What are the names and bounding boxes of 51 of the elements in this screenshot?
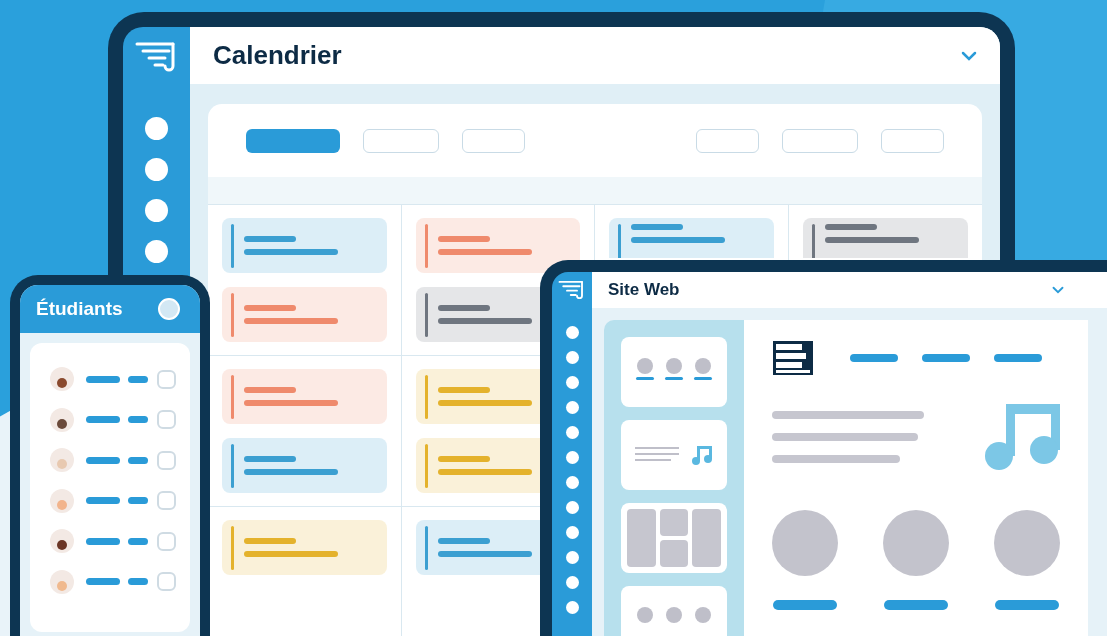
panel-title: Étudiants (36, 296, 123, 321)
checkbox[interactable] (157, 531, 176, 551)
chevron-down-icon[interactable] (1052, 286, 1064, 294)
text-lines-icon (635, 447, 679, 463)
avatar (50, 488, 74, 513)
avatar (50, 569, 74, 594)
name-placeholder (128, 578, 148, 586)
name-placeholder (86, 537, 120, 545)
page-title: Calendrier (213, 39, 342, 72)
chevron-down-icon[interactable] (961, 50, 977, 61)
checkbox[interactable] (157, 572, 176, 592)
toolbar-button[interactable] (363, 128, 439, 153)
caption-placeholder (884, 600, 948, 610)
name-placeholder (86, 416, 120, 424)
toolbar-button[interactable] (246, 128, 340, 153)
caption-placeholder (773, 600, 837, 610)
avatar (50, 407, 74, 432)
music-note-icon (984, 404, 1060, 470)
toolbar-button[interactable] (462, 128, 525, 153)
event-card[interactable] (415, 218, 580, 273)
name-placeholder (86, 578, 120, 586)
name-placeholder (86, 375, 120, 383)
avatar (50, 367, 74, 392)
page-title: Site Web (608, 279, 680, 302)
toolbar-button[interactable] (782, 128, 858, 153)
name-placeholder (128, 456, 148, 464)
template-thumbnail[interactable] (621, 503, 727, 573)
template-thumbnail[interactable] (621, 586, 727, 636)
piano-logo-icon (772, 340, 814, 376)
nav-placeholder[interactable] (994, 354, 1042, 362)
name-placeholder (128, 375, 148, 383)
logo-icon (558, 280, 586, 300)
avatar (50, 448, 74, 473)
checkbox[interactable] (157, 491, 176, 511)
toolbar-button[interactable] (881, 128, 944, 153)
music-note-icon (691, 445, 713, 465)
checkbox[interactable] (157, 450, 176, 470)
checkbox[interactable] (157, 369, 176, 389)
name-placeholder (128, 497, 148, 505)
caption-placeholder (995, 600, 1059, 610)
name-placeholder (86, 456, 120, 464)
name-placeholder (128, 416, 148, 424)
nav-placeholder[interactable] (922, 354, 970, 362)
checkbox[interactable] (157, 410, 176, 430)
template-thumbnail[interactable] (621, 420, 727, 490)
name-placeholder (128, 537, 148, 545)
name-placeholder (86, 497, 120, 505)
nav-placeholder[interactable] (850, 354, 898, 362)
avatar (50, 529, 74, 554)
toolbar-button[interactable] (696, 128, 759, 153)
template-thumbnail[interactable] (621, 337, 727, 407)
